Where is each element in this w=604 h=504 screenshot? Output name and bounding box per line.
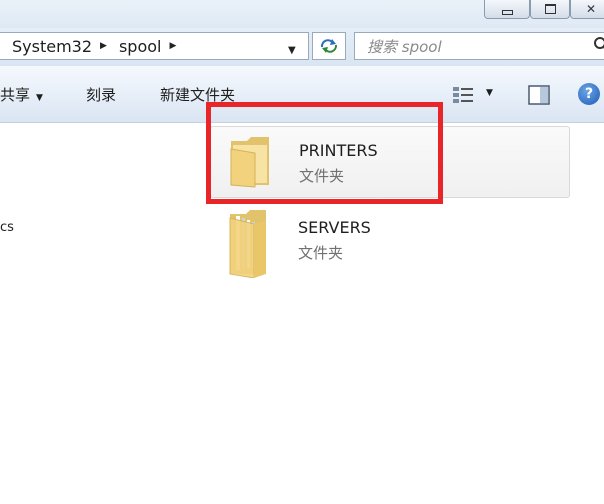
folder-item-servers[interactable]: SERVERS 文件夹 — [210, 204, 568, 279]
nav-item-fragment[interactable]: cs — [0, 220, 14, 235]
view-options-icon[interactable] — [452, 86, 474, 108]
refresh-icon — [320, 39, 338, 53]
minimize-button[interactable] — [484, 0, 530, 19]
help-icon[interactable]: ? — [578, 83, 600, 105]
dropdown-icon[interactable]: ▼ — [486, 88, 493, 98]
search-icon[interactable] — [593, 36, 604, 58]
chevron-right-icon[interactable]: ▶ — [169, 41, 176, 51]
search-placeholder: 搜索 spool — [367, 37, 442, 56]
maximize-button[interactable] — [530, 0, 570, 19]
close-icon: ✕ — [585, 2, 597, 16]
maximize-icon — [544, 4, 556, 14]
item-type: 文件夹 — [298, 244, 344, 262]
title-bar: ✕ — [0, 0, 604, 28]
address-bar[interactable]: System32 ▶ spool ▶ ▼ — [0, 32, 309, 60]
preview-pane-icon[interactable] — [528, 85, 550, 109]
chevron-right-icon[interactable]: ▶ — [100, 41, 107, 51]
burn-button[interactable]: 刻录 — [86, 84, 116, 105]
share-button[interactable]: 共享 ▼ — [0, 84, 43, 105]
refresh-button[interactable] — [312, 32, 346, 60]
dropdown-icon: ▼ — [36, 93, 43, 103]
highlight-annotation — [206, 102, 443, 204]
share-label: 共享 — [0, 86, 31, 104]
dropdown-icon[interactable]: ▼ — [288, 45, 296, 56]
folder-icon — [226, 208, 274, 282]
breadcrumb-system32[interactable]: System32 — [0, 37, 92, 56]
item-name: SERVERS — [298, 218, 371, 237]
close-button[interactable]: ✕ — [570, 0, 604, 19]
address-row: System32 ▶ spool ▶ ▼ 搜索 spool — [0, 28, 604, 66]
breadcrumb-spool[interactable]: spool — [107, 37, 162, 56]
search-input[interactable]: 搜索 spool — [354, 32, 604, 60]
minimize-icon — [501, 9, 513, 15]
